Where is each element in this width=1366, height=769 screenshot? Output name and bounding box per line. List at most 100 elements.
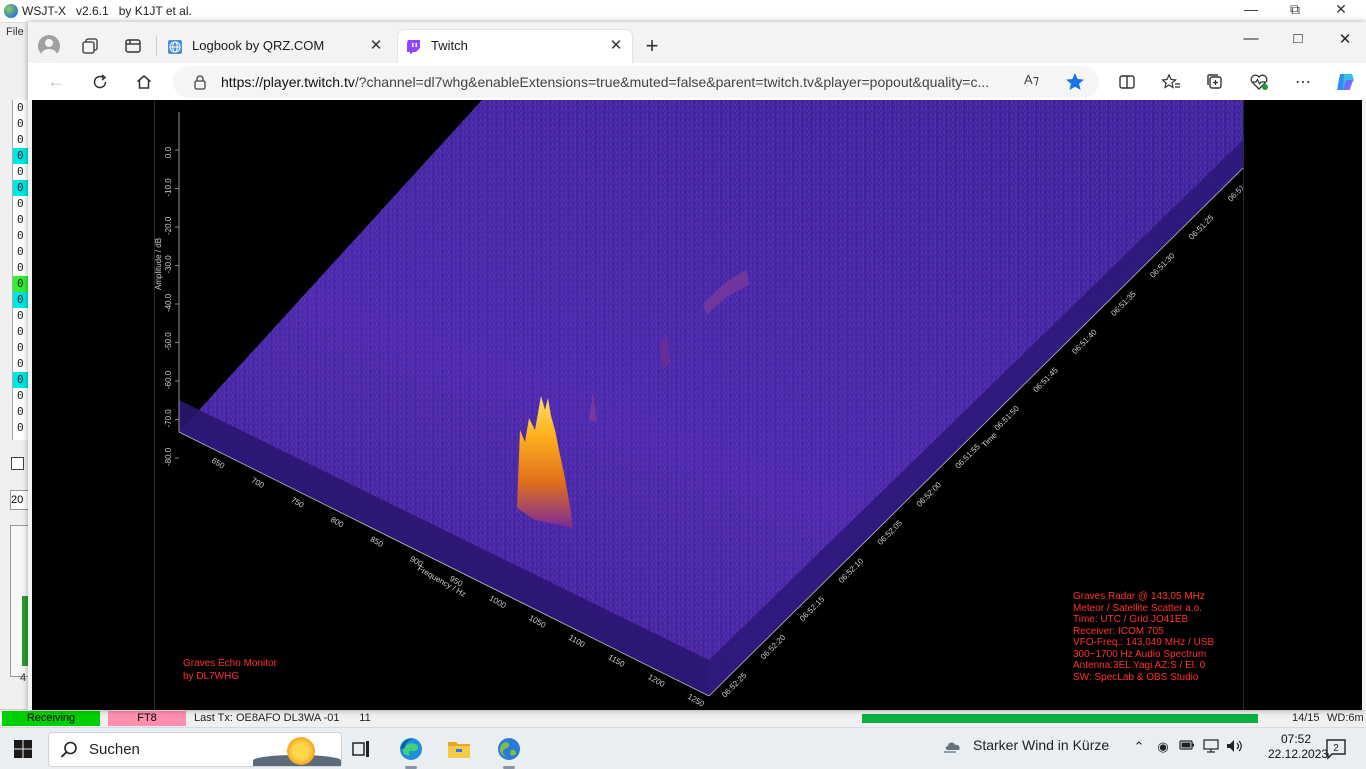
windows-start-icon[interactable] xyxy=(12,738,34,760)
tab-twitch[interactable]: Twitch ✕ xyxy=(398,30,632,63)
video-player[interactable]: 0.0 -10.0 -20.0 -30.0 -40.0 -50.0 -60.0 -70.0 -8… xyxy=(32,100,1362,710)
decode-row[interactable]: 0 xyxy=(13,404,29,420)
wsjtx-close-button[interactable]: ✕ xyxy=(1326,1,1356,18)
frequency-tick-label: 1150 xyxy=(607,653,627,670)
camera-icon[interactable]: ◉ xyxy=(1154,739,1172,757)
info-line: Receiver: ICOM 705 xyxy=(1073,625,1164,637)
clock-date: 22.12.2023 xyxy=(1268,747,1329,761)
decode-row[interactable]: 0 xyxy=(13,228,29,244)
spectrum-visualization: 0.0 -10.0 -20.0 -30.0 -40.0 -50.0 -60.0 -70.0 -8… xyxy=(154,100,1244,710)
maximize-button[interactable]: □ xyxy=(1275,30,1321,50)
system-clock[interactable]: 07:52 22.12.2023 xyxy=(1268,732,1329,762)
amplitude-tick-label: -50.0 xyxy=(164,332,173,351)
wsjtx-minimize-button[interactable]: — xyxy=(1236,1,1266,17)
edge-app-icon[interactable] xyxy=(398,736,424,769)
file-explorer-icon[interactable] xyxy=(446,736,472,762)
info-line: Graves Radar @ 143,05 MHz xyxy=(1073,591,1205,602)
wsjtx-decode-list[interactable]: 000000000000000000000 xyxy=(12,100,29,440)
minimize-button[interactable]: — xyxy=(1228,30,1274,50)
decode-row[interactable]: 0 xyxy=(13,340,29,356)
info-line: 300~1700 Hz Audio Spectrum xyxy=(1073,648,1207,660)
more-options-icon[interactable]: ⋯ xyxy=(1292,71,1314,93)
wsjtx-meter-label: 4 xyxy=(20,672,27,684)
info-line: Antenna:3EL Yagi AZ:S / El. 0 xyxy=(1073,660,1206,671)
wsjtx-app-icon[interactable] xyxy=(496,736,522,769)
wsjtx-title: WSJT-X v2.6.1 by K1JT et al. xyxy=(22,4,192,18)
info-line: VFO-Freq.: 143,049 MHz / USB xyxy=(1073,637,1215,648)
amplitude-tick-label: -80.0 xyxy=(164,447,173,466)
search-label: Suchen xyxy=(89,741,140,758)
tab-actions-icon[interactable] xyxy=(123,36,143,56)
decode-row[interactable]: 0 xyxy=(13,196,29,212)
home-icon[interactable] xyxy=(131,69,157,95)
amplitude-tick-label: -10.0 xyxy=(164,178,173,197)
tray-overflow-chevron-icon[interactable]: ⌃ xyxy=(1130,739,1148,757)
task-view-icon[interactable] xyxy=(348,736,374,762)
status-progress-bar xyxy=(862,714,1258,723)
tab-qrz[interactable]: Logbook by QRZ.COM ✕ xyxy=(159,30,392,63)
decode-row[interactable]: 0 xyxy=(13,292,29,308)
info-line: Meteor / Satellite Scatter a.o. xyxy=(1073,602,1202,614)
wsjtx-restore-button[interactable]: ⧉ xyxy=(1280,1,1310,18)
decode-row[interactable]: 0 xyxy=(13,420,29,436)
decode-row[interactable]: 0 xyxy=(13,276,29,292)
refresh-icon[interactable] xyxy=(87,69,113,95)
status-wd: WD:6m xyxy=(1327,712,1364,724)
frequency-tick-label: 850 xyxy=(369,535,386,550)
wsjtx-menu-file[interactable]: File xyxy=(6,26,24,38)
decode-row[interactable]: 0 xyxy=(13,100,29,116)
close-tab-icon[interactable]: ✕ xyxy=(606,36,626,56)
decode-row[interactable]: 0 xyxy=(13,164,29,180)
amplitude-tick-label: -70.0 xyxy=(164,409,173,428)
wsjtx-logo-icon xyxy=(4,4,18,18)
copilot-icon[interactable] xyxy=(1334,71,1356,93)
decode-row[interactable]: 0 xyxy=(13,244,29,260)
decode-row[interactable]: 0 xyxy=(13,260,29,276)
read-aloud-icon[interactable]: A⁊ xyxy=(1024,72,1044,92)
back-icon[interactable]: ← xyxy=(43,69,69,95)
weather-text: Starker Wind in Kürze xyxy=(973,737,1110,753)
decode-row[interactable]: 0 xyxy=(13,116,29,132)
decode-row[interactable]: 0 xyxy=(13,356,29,372)
info-line: Time: UTC / Grid JO41EB xyxy=(1073,614,1189,625)
status-field: 11 xyxy=(359,712,371,724)
battery-icon[interactable] xyxy=(1178,739,1196,757)
favorite-star-icon[interactable] xyxy=(1064,71,1086,93)
taskbar-search[interactable]: Suchen xyxy=(48,732,342,767)
network-icon[interactable] xyxy=(1202,739,1220,757)
close-window-button[interactable]: ✕ xyxy=(1322,30,1366,50)
browser-window: Logbook by QRZ.COM ✕ Twitch ✕ + — □ ✕ ← … xyxy=(28,22,1366,710)
notification-center-icon[interactable]: 2 xyxy=(1324,738,1348,760)
split-screen-icon[interactable] xyxy=(1116,71,1138,93)
decode-row[interactable]: 0 xyxy=(13,180,29,196)
close-tab-icon[interactable]: ✕ xyxy=(366,36,386,56)
decode-row[interactable]: 0 xyxy=(13,388,29,404)
decode-row[interactable]: 0 xyxy=(13,148,29,164)
tab-title: Twitch xyxy=(431,38,468,53)
decode-row[interactable]: 0 xyxy=(13,324,29,340)
lock-icon[interactable] xyxy=(192,74,208,90)
search-icon xyxy=(59,740,79,760)
volume-icon[interactable] xyxy=(1226,739,1244,757)
url-text[interactable]: https://player.twitch.tv/?channel=dl7whg… xyxy=(221,74,1021,90)
performance-icon[interactable] xyxy=(1248,71,1270,93)
decode-row[interactable]: 0 xyxy=(13,372,29,388)
workspaces-icon[interactable] xyxy=(80,36,100,56)
decode-row[interactable]: 0 xyxy=(13,132,29,148)
globe-icon xyxy=(167,39,183,55)
frequency-tick-label: 1050 xyxy=(527,613,547,630)
wsjtx-checkbox[interactable] xyxy=(11,457,24,470)
wsjtx-spin-box[interactable]: 20 xyxy=(10,490,30,510)
collections-icon[interactable] xyxy=(1204,71,1226,93)
decode-row[interactable]: 0 xyxy=(13,212,29,228)
amplitude-tick-label: 0.0 xyxy=(164,146,173,158)
favorites-icon[interactable] xyxy=(1160,71,1182,93)
new-tab-icon[interactable]: + xyxy=(640,34,664,58)
amplitude-tick-label: -30.0 xyxy=(164,255,173,274)
weather-widget[interactable]: Starker Wind in Kürze xyxy=(943,737,1109,753)
decode-row[interactable]: 0 xyxy=(13,308,29,324)
sun-icon xyxy=(287,737,315,765)
address-bar[interactable]: https://player.twitch.tv/?channel=dl7whg… xyxy=(173,66,1099,98)
profile-icon[interactable] xyxy=(36,33,62,59)
caption: Graves Echo Monitor by DL7WHG xyxy=(183,657,277,683)
